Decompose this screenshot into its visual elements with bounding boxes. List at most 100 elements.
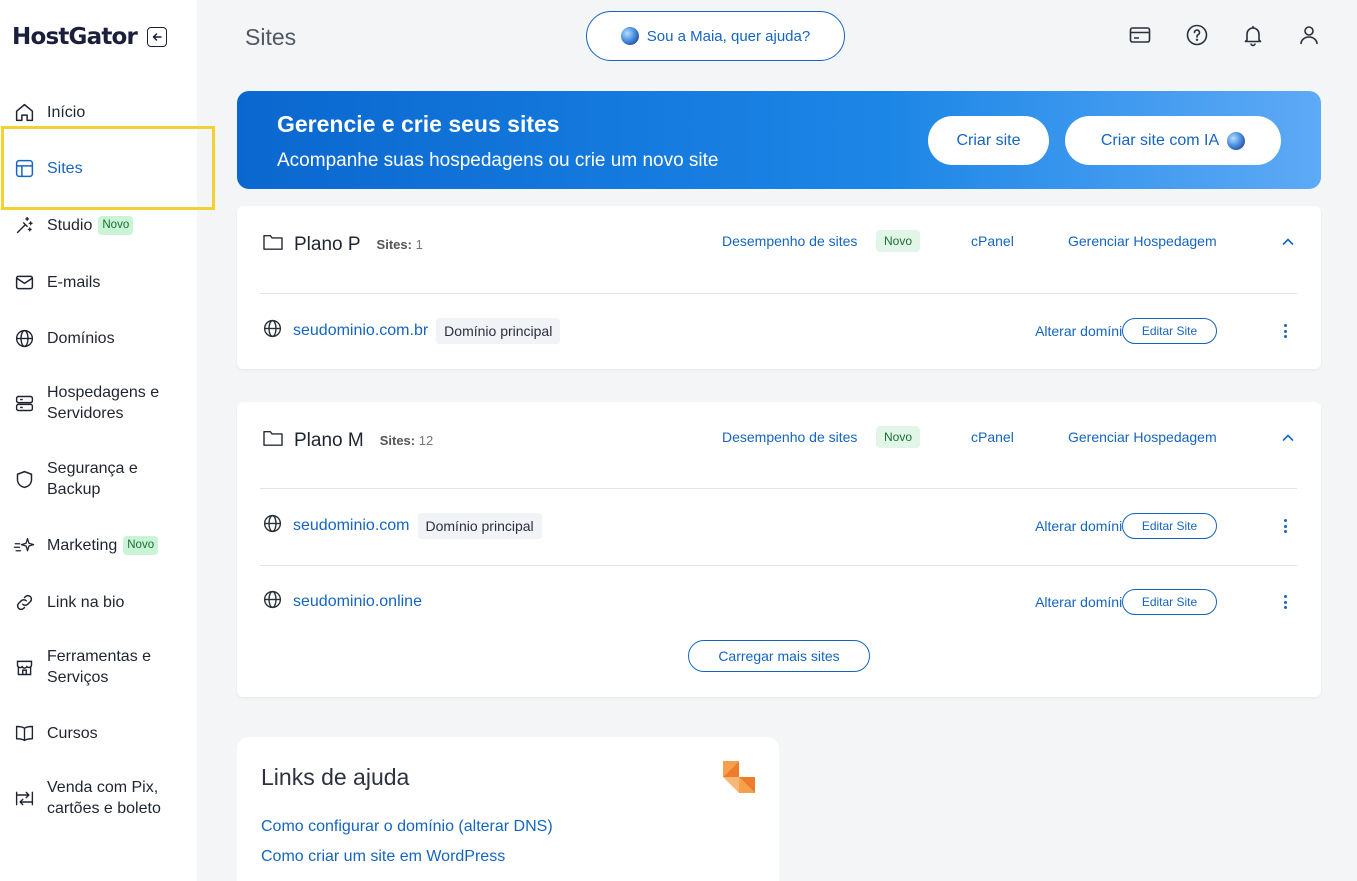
sidebar-item-label: Hospedagens e Servidores bbox=[47, 384, 160, 422]
more-options-icon[interactable] bbox=[1281, 517, 1289, 535]
sites-count: Sites: 1 bbox=[376, 237, 423, 252]
load-more-sites-button[interactable]: Carregar mais sites bbox=[688, 640, 870, 672]
primary-domain-tag: Domínio principal bbox=[417, 513, 542, 539]
more-options-icon[interactable] bbox=[1281, 593, 1289, 611]
sidebar-item-ferramentas[interactable]: Ferramentas e Serviços bbox=[0, 646, 197, 688]
new-badge: Novo bbox=[123, 535, 159, 555]
sidebar-item-dominios[interactable]: Domínios bbox=[0, 327, 197, 349]
site-row: seudominio.com Domínio principal Alterar… bbox=[262, 511, 1297, 541]
billing-card-icon[interactable] bbox=[1127, 22, 1153, 48]
site-performance-link[interactable]: Desempenho de sites bbox=[722, 233, 857, 249]
assistant-button[interactable]: Sou a Maia, quer ajuda? bbox=[586, 11, 845, 61]
divider bbox=[260, 565, 1297, 566]
create-site-ai-label: Criar site com IA bbox=[1100, 131, 1220, 149]
plan-card: Plano M Sites: 12 Desempenho de sites No… bbox=[237, 402, 1321, 697]
brand-logo: HostGator bbox=[12, 24, 168, 50]
maia-orb-icon bbox=[1227, 131, 1246, 150]
book-icon bbox=[13, 722, 35, 744]
sidebar-item-label: Venda com Pix, cartões e boleto bbox=[47, 779, 161, 817]
help-link-dns[interactable]: Como configurar o domínio (alterar DNS) bbox=[261, 818, 553, 836]
site-domain-link[interactable]: seudominio.online bbox=[293, 593, 422, 611]
page-title: Sites bbox=[245, 24, 297, 50]
mail-icon bbox=[13, 271, 35, 293]
sites-count: Sites: 12 bbox=[379, 433, 434, 448]
new-badge: Novo bbox=[876, 426, 921, 448]
maia-orb-icon bbox=[620, 27, 639, 45]
banner-subtitle: Acompanhe suas hospedagens ou crie um no… bbox=[277, 150, 719, 171]
change-domain-link[interactable]: Alterar domínio bbox=[1035, 323, 1130, 339]
help-title: Links de ajuda bbox=[261, 764, 410, 790]
cpanel-link[interactable]: cPanel bbox=[971, 233, 1014, 249]
shield-icon bbox=[13, 468, 35, 490]
brand-name: HostGator bbox=[12, 24, 138, 50]
sidebar-item-label: Ferramentas e Serviços bbox=[47, 648, 152, 686]
create-site-button[interactable]: Criar site bbox=[928, 116, 1049, 165]
change-domain-link[interactable]: Alterar domínio bbox=[1035, 518, 1130, 534]
sidebar-item-studio[interactable]: Studio Novo bbox=[0, 214, 197, 236]
sidebar-item-hospedagens[interactable]: Hospedagens e Servidores bbox=[0, 382, 197, 424]
primary-domain-tag: Domínio principal bbox=[436, 318, 561, 344]
collapse-sidebar-icon[interactable] bbox=[147, 27, 168, 47]
sidebar-item-label: Studio bbox=[47, 216, 93, 234]
plan-card: Plano P Sites: 1 Desempenho de sites Nov… bbox=[237, 206, 1321, 369]
globe-icon bbox=[262, 318, 283, 344]
layout-icon bbox=[13, 157, 35, 179]
sites-banner: Gerencie e crie seus sites Acompanhe sua… bbox=[237, 91, 1321, 189]
divider bbox=[260, 488, 1297, 489]
sidebar-item-link-na-bio[interactable]: Link na bio bbox=[0, 591, 197, 613]
help-icon[interactable] bbox=[1184, 22, 1210, 48]
globe-icon bbox=[262, 589, 283, 615]
sidebar-item-label: Domínios bbox=[47, 329, 115, 347]
new-badge: Novo bbox=[876, 230, 921, 252]
banner-title: Gerencie e crie seus sites bbox=[277, 111, 560, 137]
site-performance-link[interactable]: Desempenho de sites bbox=[722, 429, 857, 445]
globe-icon bbox=[13, 327, 35, 349]
sidebar-item-cursos[interactable]: Cursos bbox=[0, 722, 197, 744]
assistant-label: Sou a Maia, quer ajuda? bbox=[646, 27, 811, 45]
sidebar-item-marketing[interactable]: Marketing Novo bbox=[0, 534, 197, 556]
cpanel-link[interactable]: cPanel bbox=[971, 429, 1014, 445]
edit-site-button[interactable]: Editar Site bbox=[1122, 513, 1217, 539]
sidebar-item-label: Marketing bbox=[47, 536, 118, 554]
sidebar-item-sites[interactable]: Sites bbox=[0, 157, 197, 179]
home-icon bbox=[13, 101, 35, 123]
sidebar-item-label: Link na bio bbox=[47, 593, 125, 611]
link-icon bbox=[13, 591, 35, 613]
change-domain-link[interactable]: Alterar domínio bbox=[1035, 594, 1130, 610]
manage-hosting-link[interactable]: Gerenciar Hospedagem bbox=[1068, 429, 1217, 445]
sparkle-icon bbox=[13, 534, 35, 556]
create-site-label: Criar site bbox=[956, 131, 1021, 149]
new-badge: Novo bbox=[98, 215, 134, 235]
edit-site-button[interactable]: Editar Site bbox=[1122, 318, 1217, 344]
magic-icon bbox=[13, 214, 35, 236]
sidebar: HostGator Início Sites Studio Novo E-mai… bbox=[0, 0, 215, 881]
site-row: seudominio.com.br Domínio principal Alte… bbox=[262, 316, 1297, 346]
create-site-ai-button[interactable]: Criar site com IA bbox=[1065, 116, 1281, 165]
chevron-up-icon[interactable] bbox=[1281, 431, 1295, 445]
sidebar-item-label: Cursos bbox=[47, 724, 98, 742]
divider bbox=[260, 293, 1297, 294]
sidebar-item-inicio[interactable]: Início bbox=[0, 101, 197, 123]
more-options-icon[interactable] bbox=[1281, 322, 1289, 340]
plan-header: Plano P Sites: 1 bbox=[262, 233, 423, 256]
notification-bell-icon[interactable] bbox=[1240, 22, 1266, 48]
plan-name: Plano P bbox=[294, 233, 361, 255]
plan-header: Plano M Sites: 12 bbox=[262, 429, 433, 452]
site-domain-link[interactable]: seudominio.com bbox=[293, 517, 410, 535]
sidebar-item-label: Sites bbox=[47, 159, 83, 177]
sidebar-item-venda-pix[interactable]: Venda com Pix, cartões e boleto bbox=[0, 777, 197, 819]
server-icon bbox=[13, 392, 35, 414]
site-domain-link[interactable]: seudominio.com.br bbox=[293, 322, 428, 340]
manage-hosting-link[interactable]: Gerenciar Hospedagem bbox=[1068, 233, 1217, 249]
sidebar-item-label: Início bbox=[47, 103, 86, 121]
sidebar-item-seguranca[interactable]: Segurança e Backup bbox=[0, 458, 197, 500]
sidebar-item-emails[interactable]: E-mails bbox=[0, 271, 197, 293]
user-avatar-icon[interactable] bbox=[1296, 22, 1322, 48]
site-row: seudominio.online Alterar domínio Editar… bbox=[262, 587, 1297, 617]
brand-mark-icon bbox=[723, 761, 755, 793]
folder-icon bbox=[262, 233, 284, 256]
help-link-wordpress[interactable]: Como criar um site em WordPress bbox=[261, 848, 505, 866]
chevron-up-icon[interactable] bbox=[1281, 235, 1295, 249]
edit-site-button[interactable]: Editar Site bbox=[1122, 589, 1217, 615]
tools-icon bbox=[13, 656, 35, 678]
